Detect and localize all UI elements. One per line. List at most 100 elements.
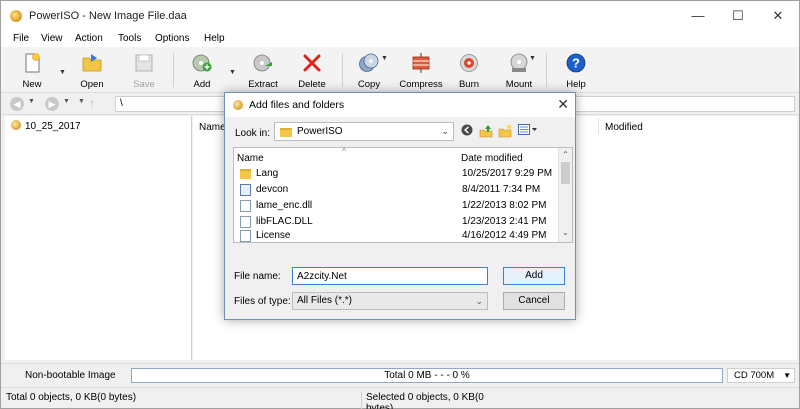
toolbar: New ▼ Open Save Add ▼ Extract Delete Cop… [1, 47, 799, 93]
menu-file[interactable]: File [13, 33, 29, 44]
media-size-select[interactable]: CD 700M ▼ [727, 368, 795, 383]
capacity-progress-bar: Total 0 MB - - - 0 % [131, 368, 723, 383]
list-item[interactable]: Lang 10/25/2017 9:29 PM [240, 166, 558, 182]
chevron-down-icon: ⌄ [441, 126, 449, 136]
file-date: 10/25/2017 9:29 PM [462, 168, 553, 179]
file-date: 1/23/2013 2:41 PM [462, 216, 547, 227]
file-name: lame_enc.dll [256, 200, 313, 211]
forward-history-dropdown-icon[interactable]: ▼ [63, 98, 70, 105]
minimize-button[interactable]: — [683, 5, 713, 27]
menu-view[interactable]: View [41, 33, 63, 44]
maximize-button[interactable]: ☐ [723, 5, 753, 27]
menu-tools[interactable]: Tools [118, 33, 141, 44]
file-date: 1/22/2013 8:02 PM [462, 200, 547, 211]
dialog-close-button[interactable]: ✕ [557, 96, 569, 113]
compress-label: Compress [399, 79, 443, 90]
extract-button[interactable]: Extract [240, 51, 286, 91]
recent-dropdown-icon[interactable]: ▼ [78, 98, 85, 105]
object-status-bar: Total 0 objects, 0 KB(0 bytes) Selected … [1, 387, 799, 409]
add-dropdown-arrow-icon[interactable]: ▼ [229, 69, 236, 76]
help-label: Help [566, 79, 586, 90]
file-type-value: All Files (*.*) [297, 295, 353, 306]
help-button[interactable]: ? Help [553, 51, 599, 91]
new-dropdown-arrow-icon[interactable]: ▼ [59, 69, 66, 76]
tree-item-root[interactable]: 10_25_2017 [11, 120, 81, 132]
poweriso-app-icon [10, 10, 22, 22]
save-button[interactable]: Save [121, 51, 167, 91]
dll-icon [240, 216, 251, 228]
burn-button[interactable]: Burn [446, 51, 492, 91]
save-label: Save [133, 79, 155, 90]
scroll-down-arrow-icon[interactable]: ⌄ [562, 228, 569, 237]
add-button[interactable]: Add [503, 267, 565, 285]
compress-icon [412, 53, 430, 73]
media-size-value: CD 700M [734, 370, 775, 381]
new-button[interactable]: New [9, 51, 55, 91]
poweriso-dialog-icon [233, 100, 243, 110]
copy-label: Copy [357, 79, 381, 90]
image-status-bar: Non-bootable Image Total 0 MB - - - 0 % … [1, 363, 799, 385]
column-header-modified[interactable]: Modified [605, 122, 643, 133]
view-menu-icon[interactable] [517, 124, 539, 140]
open-button[interactable]: Open [69, 51, 115, 91]
back-arrow-icon[interactable]: ◀ [10, 97, 24, 111]
open-label: Open [80, 79, 104, 90]
compress-button[interactable]: Compress [397, 51, 445, 91]
dialog-title-bar: Add files and folders ✕ [225, 93, 575, 117]
help-question-icon: ? [566, 53, 586, 73]
back-history-dropdown-icon[interactable]: ▼ [28, 98, 35, 105]
close-button[interactable]: ✕ [763, 5, 793, 27]
dll-icon [240, 200, 251, 212]
toolbar-separator [342, 53, 343, 87]
sort-ascending-icon: ^ [342, 146, 347, 156]
file-list: ^ Name Date modified Lang 10/25/2017 9:2… [233, 146, 573, 243]
poweriso-window: PowerISO - New Image File.daa — ☐ ✕ File… [0, 0, 800, 409]
extract-disc-icon [253, 54, 272, 72]
copy-dropdown-arrow-icon[interactable]: ▼ [381, 55, 388, 62]
save-disk-icon [135, 54, 153, 72]
forward-arrow-icon[interactable]: ▶ [45, 97, 59, 111]
look-in-select[interactable]: PowerISO ⌄ [274, 122, 454, 141]
file-date: 8/4/2011 7:34 PM [462, 184, 541, 195]
list-item[interactable]: devcon 8/4/2011 7:34 PM [240, 182, 558, 198]
back-folder-icon[interactable] [459, 124, 475, 140]
folder-icon [280, 128, 292, 137]
folder-tree: 10_25_2017 [5, 116, 192, 360]
exe-icon [240, 184, 251, 196]
burn-disc-icon [460, 54, 478, 72]
scroll-thumb[interactable] [561, 162, 570, 184]
column-header-date-modified[interactable]: Date modified [461, 153, 523, 164]
up-folder-arrow-icon[interactable]: ↑ [89, 96, 95, 110]
menu-options[interactable]: Options [155, 33, 189, 44]
up-one-level-icon[interactable] [478, 124, 494, 140]
file-name-input[interactable] [292, 267, 488, 285]
delete-button[interactable]: Delete [289, 51, 335, 91]
new-folder-icon[interactable] [497, 124, 513, 140]
title-bar: PowerISO - New Image File.daa — ☐ ✕ [1, 1, 799, 31]
file-icon [240, 230, 251, 242]
folder-icon [240, 169, 251, 179]
vertical-scrollbar[interactable]: ⌃ ⌄ [558, 148, 572, 242]
menu-action[interactable]: Action [75, 33, 103, 44]
list-item[interactable]: License 4/16/2012 4:49 PM [240, 228, 558, 242]
file-type-label: Files of type: [234, 296, 291, 307]
file-name-label: File name: [234, 271, 281, 282]
scroll-up-arrow-icon[interactable]: ⌃ [562, 150, 569, 159]
column-divider[interactable] [598, 118, 599, 134]
cancel-button[interactable]: Cancel [503, 292, 565, 310]
tree-item-label: 10_25_2017 [25, 121, 81, 132]
list-item[interactable]: lame_enc.dll 1/22/2013 8:02 PM [240, 198, 558, 214]
mount-label: Mount [505, 79, 533, 90]
add-label: Add [193, 79, 211, 90]
column-header-name[interactable]: Name [199, 122, 226, 133]
extract-label: Extract [248, 79, 278, 90]
add-button[interactable]: Add [179, 51, 225, 91]
column-header-name[interactable]: Name [237, 153, 264, 164]
file-date: 4/16/2012 4:49 PM [462, 230, 547, 241]
add-disc-icon [192, 54, 212, 72]
mount-dropdown-arrow-icon[interactable]: ▼ [529, 55, 536, 62]
mount-drive-icon [510, 53, 528, 72]
file-name: devcon [256, 184, 289, 195]
menu-help[interactable]: Help [204, 33, 225, 44]
file-type-select[interactable]: All Files (*.*) ⌄ [292, 292, 488, 310]
